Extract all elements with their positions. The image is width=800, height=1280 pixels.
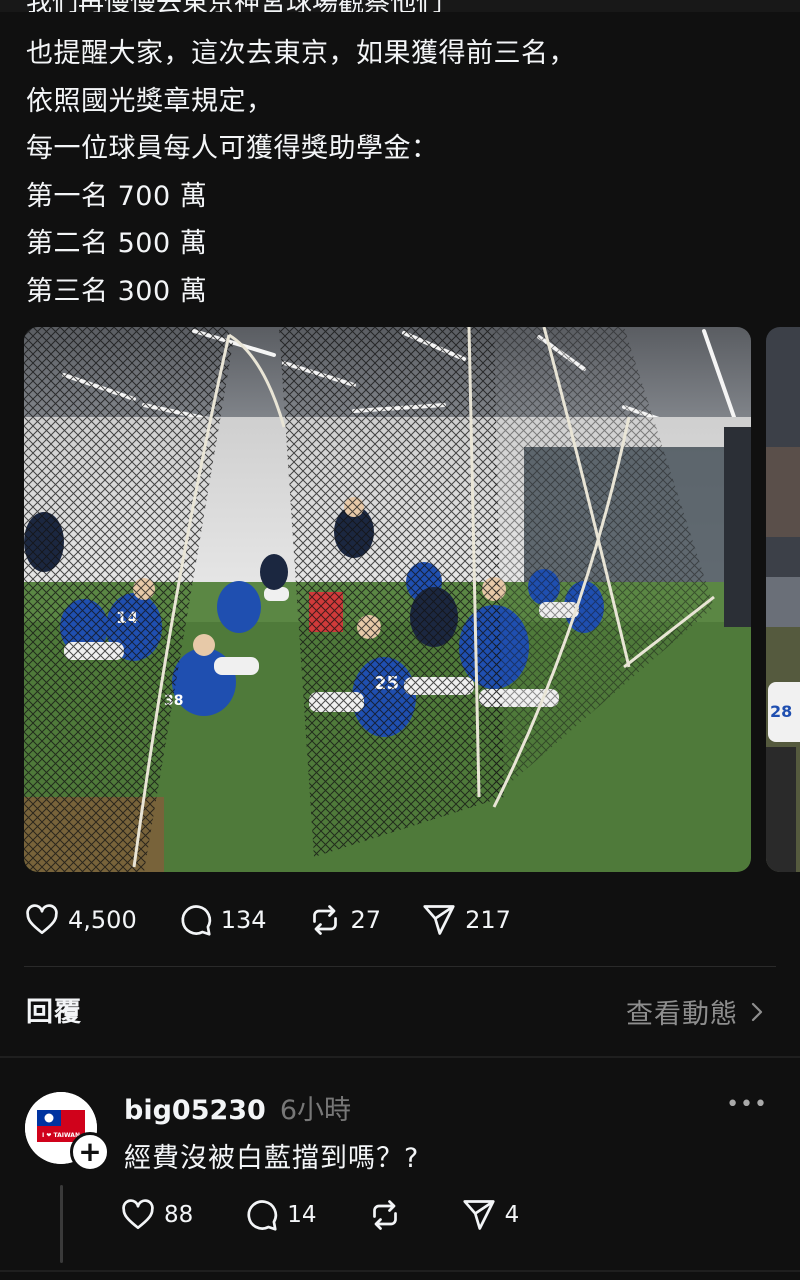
- view-activity-link[interactable]: 查看動態: [626, 992, 764, 1031]
- like-button[interactable]: 4,500: [24, 902, 137, 938]
- repost-count: 27: [350, 906, 382, 934]
- comment-count: 134: [220, 906, 267, 934]
- photo-illustration: 25 14 38: [24, 327, 751, 872]
- view-activity-label: 查看動態: [626, 999, 738, 1030]
- heart-icon: [122, 1199, 154, 1230]
- comment-text: 經費沒被白藍擋到嗎？?: [124, 1143, 420, 1174]
- heart-icon: [26, 904, 58, 935]
- svg-text:28: 28: [770, 702, 792, 721]
- share-count: 217: [465, 906, 511, 934]
- repost-icon: [372, 1200, 397, 1230]
- next-photo-peek[interactable]: 28: [766, 327, 800, 872]
- comment-username[interactable]: big05230: [124, 1095, 266, 1126]
- comment-share-count: 4: [504, 1202, 520, 1228]
- like-count: 4,500: [68, 906, 137, 934]
- share-icon: [462, 1200, 495, 1230]
- divider: [0, 1270, 800, 1272]
- comment-header: big05230 6小時: [124, 1088, 351, 1127]
- comment-icon: [181, 905, 211, 936]
- post-line: 第三名 300 萬: [26, 275, 208, 307]
- comment-like-button[interactable]: 88: [120, 1197, 193, 1233]
- plus-icon: +: [78, 1135, 102, 1168]
- comment-time: 6小時: [279, 1095, 352, 1126]
- repost-icon: [312, 905, 337, 935]
- thread-line: [60, 1185, 63, 1263]
- divider: [0, 1056, 800, 1058]
- post-text-cut-line: 我們再慢慢去東京神宮球場觀察他們: [26, 0, 442, 12]
- comment-share-button[interactable]: 4: [461, 1197, 520, 1233]
- replies-heading: 回覆: [26, 997, 82, 1028]
- post-text: 也提醒大家，這次去東京，如果獲得前三名， 依照國光獎章規定， 每一位球員每人可獲…: [26, 30, 576, 315]
- share-icon: [423, 905, 455, 935]
- photo-illustration: 28: [766, 327, 800, 872]
- previous-text-cut: 我們再慢慢去東京神宮球場觀察他們: [0, 0, 800, 12]
- post-line: 也提醒大家，這次去東京，如果獲得前三名，: [26, 38, 576, 69]
- comment-button[interactable]: 134: [177, 902, 267, 938]
- comment-like-count: 88: [164, 1202, 194, 1228]
- repost-button[interactable]: 27: [307, 902, 382, 938]
- post-photo[interactable]: 25 14 38: [24, 327, 751, 872]
- post-line: 第一名 700 萬: [26, 180, 208, 212]
- comment-reply-button[interactable]: 14: [243, 1197, 317, 1233]
- follow-plus-button[interactable]: +: [70, 1132, 110, 1172]
- chevron-right-icon: [751, 1002, 763, 1021]
- comment-reply-count: 14: [287, 1202, 317, 1228]
- comment-icon: [247, 1200, 278, 1231]
- comment-actions: 88 14 4: [120, 1192, 569, 1238]
- more-icon[interactable]: •••: [726, 1092, 768, 1117]
- post-line: 每一位球員每人可獲得獎助學金：: [26, 133, 439, 164]
- share-button[interactable]: 217: [421, 902, 511, 938]
- post-actions: 4,500 134 27 217: [24, 896, 551, 944]
- post-line: 第二名 500 萬: [26, 228, 208, 259]
- post-line: 依照國光獎章規定，: [26, 85, 274, 117]
- divider: [24, 966, 776, 967]
- comment-repost-button[interactable]: [367, 1197, 411, 1233]
